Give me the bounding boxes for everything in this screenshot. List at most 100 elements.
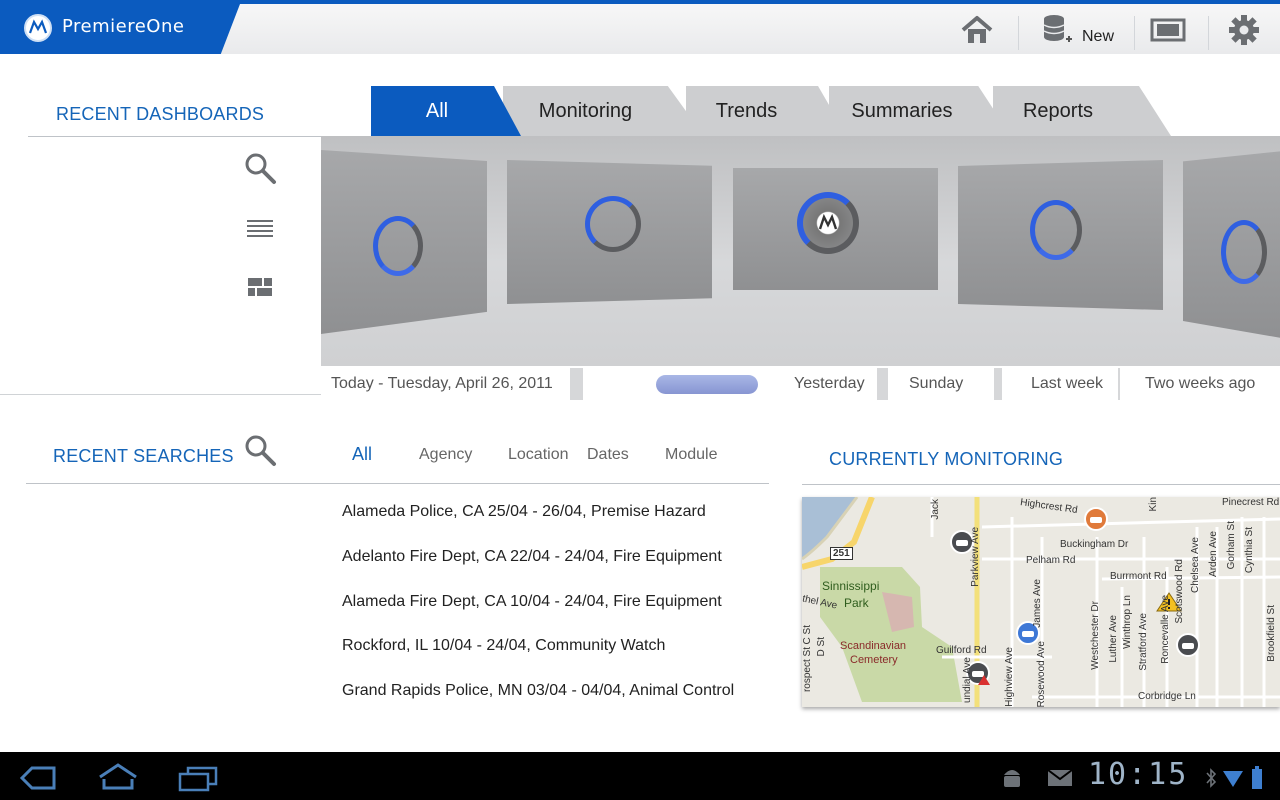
map-label: Westchester Dr	[1090, 601, 1101, 670]
home-icon[interactable]	[958, 12, 996, 48]
loading-spinner-icon	[1221, 220, 1267, 284]
separator	[1018, 16, 1019, 50]
monitoring-map[interactable]: Highcrest Rd Pinecrest Rd Buckingham Dr …	[802, 497, 1280, 707]
filter-module[interactable]: Module	[665, 446, 717, 464]
divider	[26, 483, 769, 484]
map-label: Gorham St	[1226, 521, 1237, 570]
search-result-item[interactable]: Alameda Police, CA 25/04 - 26/04, Premis…	[342, 503, 706, 521]
map-label: 251	[830, 547, 853, 560]
vehicle-marker-icon[interactable]	[1176, 633, 1200, 657]
map-label: Scandinavian	[840, 640, 907, 652]
screen-icon[interactable]	[1148, 12, 1188, 48]
map-label: Cemetery	[850, 654, 898, 666]
recent-searches-title: RECENT SEARCHES	[53, 446, 234, 466]
separator	[1134, 16, 1135, 50]
top-bar: PremiereOne New	[0, 0, 1280, 54]
gear-icon[interactable]	[1226, 12, 1262, 48]
grid-view-icon[interactable]	[246, 275, 274, 299]
wifi-icon	[1222, 762, 1244, 794]
map-label: undial Ave	[962, 657, 973, 703]
loading-spinner-icon	[585, 196, 641, 252]
timeline-yesterday[interactable]: Yesterday	[794, 375, 865, 393]
bluetooth-icon	[1204, 762, 1218, 794]
map-label: Pelham Rd	[1026, 555, 1076, 566]
search-icon[interactable]	[242, 150, 278, 186]
tab-label: All	[425, 99, 449, 122]
tab-monitoring[interactable]: Monitoring	[503, 86, 704, 136]
home-icon[interactable]	[96, 760, 140, 792]
map-label: Brookfield St	[1266, 605, 1277, 662]
dashboard-thumbnail[interactable]	[733, 168, 938, 290]
map-label: Arden Ave	[1208, 531, 1219, 577]
search-icon[interactable]	[242, 432, 278, 468]
map-label: Rosewood Ave	[1036, 641, 1047, 707]
android-icon	[1000, 762, 1024, 794]
map-label: Chelsea Ave	[1190, 537, 1201, 593]
search-result-item[interactable]: Alameda Fire Dept, CA 10/04 - 24/04, Fir…	[342, 593, 722, 611]
search-result-item[interactable]: Adelanto Fire Dept, CA 22/04 - 24/04, Fi…	[342, 548, 722, 566]
map-label: Jack	[930, 499, 941, 520]
tab-label: Monitoring	[538, 99, 633, 122]
map-label: Kin	[1148, 497, 1159, 512]
filter-agency[interactable]: Agency	[419, 446, 472, 464]
mail-icon	[1046, 762, 1074, 794]
dashboard-thumbnail[interactable]	[1183, 150, 1280, 340]
timeline-today[interactable]: Today - Tuesday, April 26, 2011	[331, 375, 553, 393]
new-database-icon[interactable]	[1040, 12, 1074, 48]
map-label: Guilford Rd	[936, 645, 987, 656]
dashboard-carousel	[321, 136, 1280, 366]
map-label: Highview Ave	[1004, 647, 1015, 707]
timeline-slider[interactable]	[656, 375, 758, 394]
map-label: Corbridge Ln	[1138, 691, 1196, 702]
tab-all[interactable]: All	[371, 86, 521, 136]
recent-dashboards-title: RECENT DASHBOARDS	[56, 104, 265, 124]
search-result-item[interactable]: Grand Rapids Police, MN 03/04 - 04/04, A…	[342, 682, 734, 700]
divider	[0, 394, 321, 395]
filter-location[interactable]: Location	[508, 446, 569, 464]
map-label: James Ave	[1032, 579, 1043, 628]
timeline-tick	[994, 368, 1002, 400]
loading-spinner-icon	[797, 192, 859, 254]
brand-block: PremiereOne	[0, 4, 240, 54]
motorola-logo-icon	[24, 14, 52, 42]
motorola-logo-icon	[818, 213, 838, 230]
timeline-tick	[570, 368, 583, 400]
dashboard-thumbnail[interactable]	[507, 160, 712, 304]
map-label: Roncevalle Ave	[1160, 595, 1171, 664]
tab-summaries[interactable]: Summaries	[829, 86, 1011, 136]
vehicle-marker-icon[interactable]	[1084, 507, 1108, 531]
app-root: PremiereOne New RECENT DASHBOARDS Report…	[0, 0, 1280, 800]
timeline-last-week[interactable]: Last week	[1031, 375, 1103, 393]
map-label: D St	[816, 637, 827, 657]
timeline-two-weeks[interactable]: Two weeks ago	[1145, 375, 1255, 393]
app-title: PremiereOne	[62, 16, 185, 37]
divider	[28, 136, 321, 137]
map-label: Stratford Ave	[1138, 613, 1149, 671]
filter-all[interactable]: All	[352, 444, 372, 465]
map-label: Pinecrest Rd	[1222, 497, 1280, 508]
dashboard-thumbnail[interactable]	[958, 160, 1163, 310]
dashboard-thumbnail[interactable]	[321, 150, 487, 334]
map-label: Winthrop Ln	[1122, 595, 1133, 649]
loading-spinner-icon	[373, 216, 423, 276]
map-label: Sinnissippi	[822, 579, 880, 593]
back-icon[interactable]	[18, 762, 58, 794]
filter-dates[interactable]: Dates	[587, 446, 629, 464]
map-label: Buckingham Dr	[1060, 539, 1129, 550]
divider	[802, 484, 1280, 485]
timeline-sunday[interactable]: Sunday	[909, 375, 963, 393]
recent-apps-icon[interactable]	[176, 762, 220, 794]
tab-reports[interactable]: Reports	[993, 86, 1171, 136]
search-result-item[interactable]: Rockford, IL 10/04 - 24/04, Community Wa…	[342, 637, 665, 655]
timeline-tick	[877, 368, 888, 400]
timeline-tick	[1118, 368, 1120, 400]
battery-icon	[1250, 762, 1264, 794]
list-view-icon[interactable]	[244, 216, 276, 242]
currently-monitoring-title: CURRENTLY MONITORING	[829, 449, 1064, 469]
map-label: rospect St	[802, 647, 813, 693]
tab-trends[interactable]: Trends	[686, 86, 847, 136]
tab-label: Trends	[715, 99, 778, 122]
new-button[interactable]: New	[1082, 28, 1114, 46]
tab-label: Reports	[1022, 99, 1094, 122]
map-label: Cynthia St	[1244, 527, 1255, 574]
